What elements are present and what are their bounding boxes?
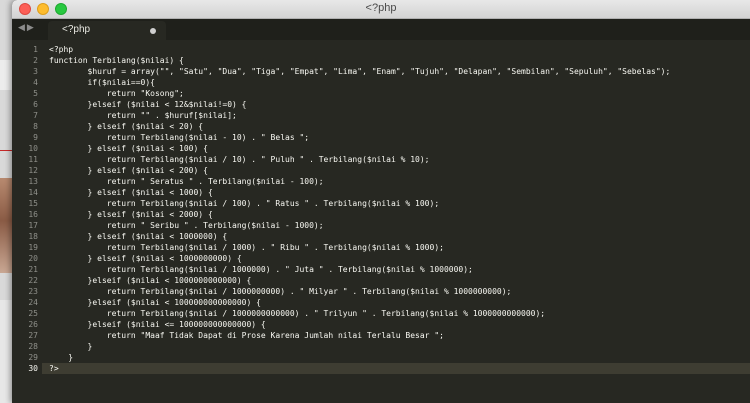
code-line[interactable]: function Terbilang($nilai) { (49, 55, 184, 66)
line-number: 22 (28, 276, 38, 285)
line-number: 4 (33, 78, 38, 87)
line-number: 24 (28, 298, 38, 307)
code-line[interactable]: <?php (49, 44, 73, 55)
code-line[interactable]: } (49, 352, 73, 363)
code-editor[interactable]: 1 2 3 4 5 6 7 8 9 10 11 12 13 14 15 16 17 18 19 20 21 22 23 24 2… (12, 40, 750, 403)
code-line[interactable]: } elseif ($nilai < 20) { (49, 121, 204, 132)
code-line[interactable]: } elseif ($nilai < 2000) { (49, 209, 213, 220)
tab-bar: ◀▶ <?php (12, 19, 750, 40)
code-line[interactable]: }elseif ($nilai < 100000000000000) { (49, 297, 261, 308)
unsaved-dot-icon[interactable] (150, 28, 156, 34)
window-title: <?php (365, 2, 397, 14)
title-bar[interactable]: <?php (12, 0, 750, 19)
editor-window: <?php ◀▶ <?php 1 2 3 4 5 6 7 8 9 10 11 12 13 14 15 16 17… (12, 0, 750, 403)
line-number: 27 (28, 331, 38, 340)
line-number: 8 (33, 122, 38, 131)
line-number: 25 (28, 309, 38, 318)
code-line[interactable]: }elseif ($nilai < 12&$nilai!=0) { (49, 99, 247, 110)
line-number: 19 (28, 243, 38, 252)
chevron-right-icon[interactable]: ▶ (27, 22, 36, 32)
line-number: 20 (28, 254, 38, 263)
line-number: 3 (33, 67, 38, 76)
active-line-highlight (12, 363, 750, 374)
code-line[interactable]: return "Kosong"; (49, 88, 184, 99)
tab-nav-arrows[interactable]: ◀▶ (18, 22, 36, 33)
code-line[interactable]: return "Maaf Tidak Dapat di Prose Karena… (49, 330, 444, 341)
line-number: 23 (28, 287, 38, 296)
line-number: 12 (28, 166, 38, 175)
line-number-gutter: 1 2 3 4 5 6 7 8 9 10 11 12 13 14 15 16 17 18 19 20 21 22 23 24 2… (12, 40, 42, 403)
line-number: 28 (28, 342, 38, 351)
tab-php-file[interactable]: <?php (48, 21, 166, 40)
code-line[interactable]: return Terbilang($nilai / 1000) . " Ribu… (49, 242, 444, 253)
code-line[interactable]: } elseif ($nilai < 200) { (49, 165, 208, 176)
code-line[interactable]: } elseif ($nilai < 100) { (49, 143, 208, 154)
line-number: 15 (28, 199, 38, 208)
line-number: 14 (28, 188, 38, 197)
line-number: 10 (28, 144, 38, 153)
code-line[interactable]: if($nilai==0){ (49, 77, 155, 88)
code-line[interactable]: } elseif ($nilai < 1000000000) { (49, 253, 242, 264)
code-line[interactable]: } (49, 341, 93, 352)
line-number: 6 (33, 100, 38, 109)
code-line[interactable]: ?> (49, 363, 59, 374)
line-number: 18 (28, 232, 38, 241)
line-number: 5 (33, 89, 38, 98)
line-number: 2 (33, 56, 38, 65)
code-line[interactable]: }elseif ($nilai <= 100000000000000) { (49, 319, 266, 330)
code-line[interactable]: $huruf = array("", "Satu", "Dua", "Tiga"… (49, 66, 671, 77)
code-line[interactable]: return "" . $huruf[$nilai]; (49, 110, 237, 121)
code-line[interactable]: return " Seratus " . Terbilang($nilai - … (49, 176, 324, 187)
line-number: 1 (33, 45, 38, 54)
line-number: 17 (28, 221, 38, 230)
code-line[interactable]: } elseif ($nilai < 1000) { (49, 187, 213, 198)
code-line[interactable]: return Terbilang($nilai / 10) . " Puluh … (49, 154, 430, 165)
code-line[interactable]: } elseif ($nilai < 1000000) { (49, 231, 228, 242)
code-line[interactable]: return Terbilang($nilai - 10) . " Belas … (49, 132, 309, 143)
line-number: 26 (28, 320, 38, 329)
code-line[interactable]: return Terbilang($nilai / 1000000000000)… (49, 308, 545, 319)
code-line[interactable]: return Terbilang($nilai / 100) . " Ratus… (49, 198, 439, 209)
line-number: 9 (33, 133, 38, 142)
line-number: 13 (28, 177, 38, 186)
chevron-left-icon[interactable]: ◀ (18, 22, 27, 32)
line-number: 30 (28, 364, 38, 373)
line-number: 21 (28, 265, 38, 274)
code-line[interactable]: return Terbilang($nilai / 1000000) . " J… (49, 264, 473, 275)
line-number: 16 (28, 210, 38, 219)
line-number: 29 (28, 353, 38, 362)
line-number: 11 (28, 155, 38, 164)
code-line[interactable]: }elseif ($nilai < 1000000000000) { (49, 275, 252, 286)
line-number: 7 (33, 111, 38, 120)
code-line[interactable]: return Terbilang($nilai / 1000000000) . … (49, 286, 512, 297)
tab-label: <?php (62, 24, 91, 35)
code-line[interactable]: return " Seribu " . Terbilang($nilai - 1… (49, 220, 324, 231)
